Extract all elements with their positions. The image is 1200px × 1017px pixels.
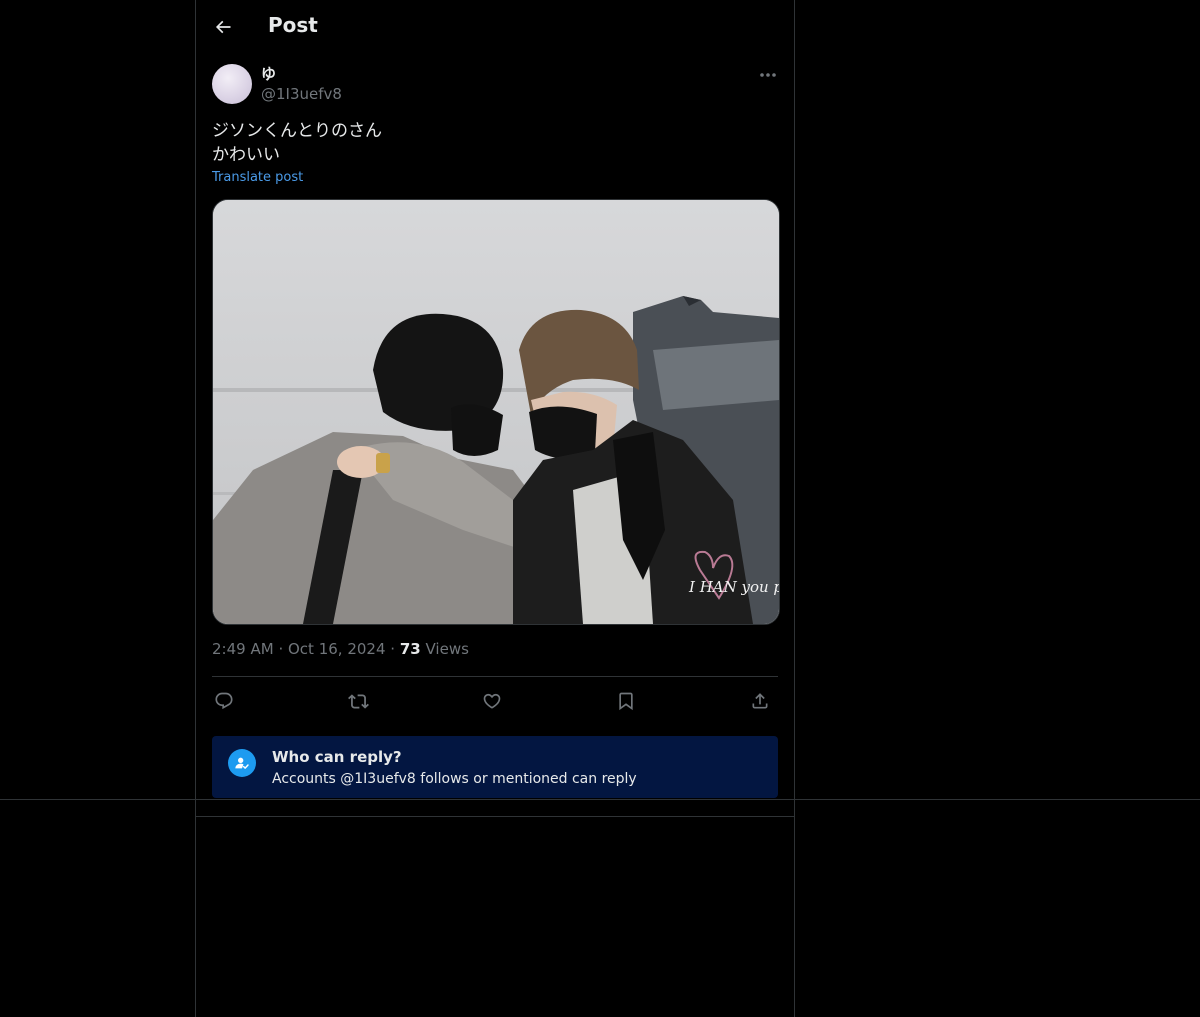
- views-count: 73: [399, 640, 421, 658]
- post-photo: I HAN you pre: [213, 200, 779, 624]
- repost-button[interactable]: [346, 689, 370, 713]
- image-watermark: I HAN you pre: [688, 578, 779, 596]
- post-image[interactable]: I HAN you pre: [212, 199, 780, 625]
- heart-icon: [483, 693, 501, 709]
- bookmark-button[interactable]: [614, 689, 638, 713]
- post-header: Post: [196, 0, 794, 53]
- action-bar: [212, 686, 778, 716]
- metadata-divider: [212, 676, 778, 677]
- bookmark-icon: [619, 692, 633, 711]
- post-time[interactable]: 2:49 AM: [212, 640, 274, 658]
- page: Post ゆ @1I3uefv8 ジソンくんとりのさん かわいい Transla…: [0, 0, 1200, 1017]
- post-metadata: 2:49 AM · Oct 16, 2024 · 73 Views: [212, 640, 469, 658]
- back-button[interactable]: [210, 14, 236, 40]
- page-title: Post: [268, 13, 318, 37]
- author-display-name[interactable]: ゆ: [261, 63, 276, 84]
- meta-separator: ·: [278, 640, 284, 658]
- avatar[interactable]: [212, 64, 252, 104]
- repost-icon: [347, 693, 369, 709]
- reply-restriction-notice: Who can reply? Accounts @1I3uefv8 follow…: [212, 736, 778, 798]
- more-options-button[interactable]: [756, 64, 780, 86]
- more-dots-icon: [760, 73, 776, 77]
- share-button[interactable]: [748, 689, 772, 713]
- share-icon: [752, 693, 768, 709]
- reply-restriction-title: Who can reply?: [272, 748, 402, 766]
- post-date[interactable]: Oct 16, 2024: [288, 640, 386, 658]
- post-text: ジソンくんとりのさん かわいい: [212, 119, 382, 167]
- reply-button[interactable]: [212, 689, 236, 713]
- reply-icon: [215, 692, 233, 710]
- views-label: Views: [425, 640, 469, 658]
- user-check-icon: [228, 749, 256, 777]
- post-text-line: かわいい: [212, 145, 280, 165]
- column-divider: [196, 816, 794, 817]
- reply-restriction-description: Accounts @1I3uefv8 follows or mentioned …: [272, 771, 637, 787]
- author-handle[interactable]: @1I3uefv8: [261, 85, 342, 103]
- meta-separator: ·: [390, 640, 396, 658]
- translate-post-link[interactable]: Translate post: [212, 170, 303, 185]
- post-column: Post ゆ @1I3uefv8 ジソンくんとりのさん かわいい Transla…: [195, 0, 795, 1017]
- back-arrow-icon: [215, 20, 231, 34]
- post-text-line: ジソンくんとりのさん: [212, 121, 382, 141]
- like-button[interactable]: [480, 689, 504, 713]
